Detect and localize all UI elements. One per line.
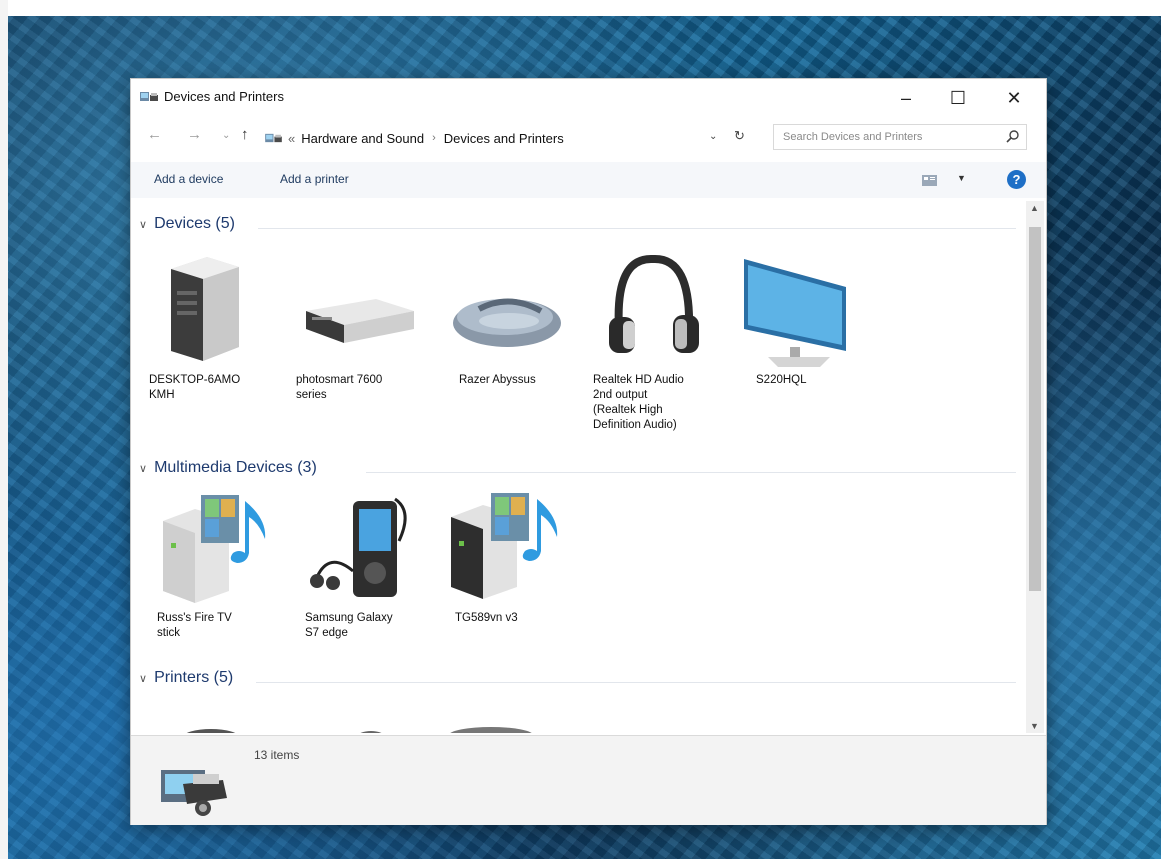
search-icon[interactable] xyxy=(1006,129,1020,143)
collapse-chevron-icon[interactable]: ∨ xyxy=(139,672,147,685)
group-header-devices[interactable]: ∨ Devices (5) xyxy=(139,215,235,233)
group-divider xyxy=(258,228,1016,229)
maximize-button[interactable]: ☐ xyxy=(935,83,981,113)
breadcrumb-overflow[interactable]: « xyxy=(288,131,295,146)
multimedia-item-fire-tv[interactable]: Russ's Fire TV stick xyxy=(155,491,277,661)
group-header-multimedia[interactable]: ∨ Multimedia Devices (3) xyxy=(139,459,317,477)
group-label-multimedia: Multimedia Devices (3) xyxy=(154,459,317,476)
group-label-devices: Devices (5) xyxy=(154,215,235,232)
computer-tower-icon xyxy=(171,257,239,361)
window-title: Devices and Printers xyxy=(164,89,284,104)
scrollbar-thumb[interactable] xyxy=(1029,227,1041,591)
devices-printers-icon xyxy=(265,133,282,143)
devices-and-printers-window: Devices and Printers – ☐ ✕ ← → ⌄ ↑ « Har… xyxy=(130,78,1047,825)
help-icon[interactable]: ? xyxy=(1007,170,1026,189)
vertical-scrollbar[interactable]: ▲ ▼ xyxy=(1026,201,1044,733)
device-item-desktop[interactable]: DESKTOP-6AMO KMH xyxy=(149,251,271,401)
device-label: photosmart 7600 series xyxy=(296,374,383,401)
breadcrumb-devices-and-printers[interactable]: Devices and Printers xyxy=(444,131,564,146)
headphones-icon xyxy=(609,255,699,353)
device-label: TG589vn v3 xyxy=(455,612,518,624)
device-label: Russ's Fire TV stick xyxy=(157,612,232,639)
address-dropdown-chevron-icon[interactable]: ⌄ xyxy=(709,131,717,142)
group-label-printers: Printers (5) xyxy=(154,669,234,686)
multimedia-item-samsung-galaxy[interactable]: Samsung Galaxy S7 edge xyxy=(299,491,421,661)
refresh-icon[interactable]: ↻ xyxy=(734,128,745,144)
mouse-icon xyxy=(453,298,561,347)
details-pane: 13 items xyxy=(131,735,1046,825)
view-options-chevron-icon[interactable]: ▼ xyxy=(957,173,966,183)
device-label: Realtek HD Audio 2nd output (Realtek Hig… xyxy=(593,374,684,431)
device-label: Razer Abyssus xyxy=(459,374,536,386)
items-view: ∨ Devices (5) DESKTOP-6AMO KMH photosmar… xyxy=(131,201,1024,733)
breadcrumb-separator[interactable]: › xyxy=(432,132,436,144)
media-player-icon xyxy=(310,497,407,597)
title-bar[interactable]: Devices and Printers – ☐ ✕ xyxy=(131,79,1046,117)
minimize-button[interactable]: – xyxy=(883,83,929,113)
devices-printers-icon xyxy=(140,92,158,101)
scroll-down-arrow-icon[interactable]: ▼ xyxy=(1030,721,1039,731)
group-header-printers[interactable]: ∨ Printers (5) xyxy=(139,669,233,687)
device-label: S220HQL xyxy=(756,374,807,386)
device-item-realtek-audio[interactable]: Realtek HD Audio 2nd output (Realtek Hig… xyxy=(593,251,715,451)
search-placeholder: Search Devices and Printers xyxy=(783,131,923,143)
device-label: DESKTOP-6AMO KMH xyxy=(149,374,241,401)
multimedia-item-tg589vn[interactable]: TG589vn v3 xyxy=(447,491,569,661)
device-item-photosmart[interactable]: photosmart 7600 series xyxy=(296,251,418,401)
device-item-monitor[interactable]: S220HQL xyxy=(738,251,860,401)
screen-edge xyxy=(0,0,8,859)
address-bar[interactable]: « Hardware and Sound › Devices and Print… xyxy=(264,124,754,152)
device-item-razer-abyssus[interactable]: Razer Abyssus xyxy=(449,251,571,401)
group-divider xyxy=(366,472,1016,473)
change-view-icon[interactable] xyxy=(922,175,937,186)
add-device-button[interactable]: Add a device xyxy=(154,172,223,186)
back-arrow-icon[interactable]: ← xyxy=(147,126,162,143)
external-drive-icon xyxy=(306,299,414,343)
collapse-chevron-icon[interactable]: ∨ xyxy=(139,218,147,231)
monitor-icon xyxy=(744,259,846,367)
scroll-up-arrow-icon[interactable]: ▲ xyxy=(1030,203,1039,213)
search-input[interactable]: Search Devices and Printers xyxy=(773,124,1027,150)
up-arrow-icon[interactable]: ↑ xyxy=(241,126,249,143)
command-bar: Add a device Add a printer ▼ ? xyxy=(131,162,1046,198)
navigation-bar: ← → ⌄ ↑ « Hardware and Sound › Devices a… xyxy=(131,120,1046,154)
group-divider xyxy=(256,682,1016,683)
media-server-dark-icon xyxy=(451,493,558,599)
forward-arrow-icon[interactable]: → xyxy=(187,126,202,143)
collapse-chevron-icon[interactable]: ∨ xyxy=(139,462,147,475)
printer-icons-partial xyxy=(186,727,532,733)
devices-printers-large-icon xyxy=(161,770,227,816)
add-printer-button[interactable]: Add a printer xyxy=(280,172,349,186)
media-server-icon xyxy=(163,495,266,603)
close-button[interactable]: ✕ xyxy=(991,83,1037,113)
recent-locations-chevron-icon[interactable]: ⌄ xyxy=(222,130,230,141)
breadcrumb-hardware-and-sound[interactable]: Hardware and Sound xyxy=(301,131,424,146)
device-label: Samsung Galaxy S7 edge xyxy=(305,612,393,639)
item-count: 13 items xyxy=(254,748,300,762)
